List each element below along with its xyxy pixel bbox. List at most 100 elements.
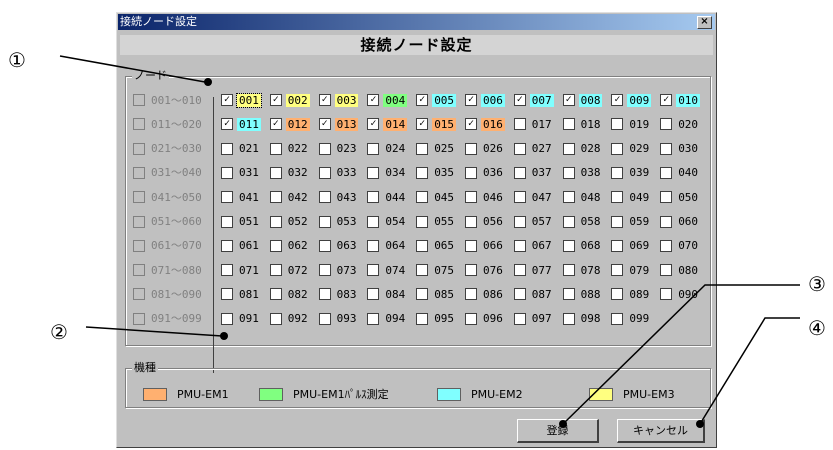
node-checkbox-018[interactable]: 018: [562, 116, 603, 132]
node-checkbox-008[interactable]: ✓ 008: [562, 92, 603, 108]
node-checkbox-083[interactable]: 083: [318, 286, 359, 302]
node-checkbox-045[interactable]: 045: [416, 189, 456, 205]
node-checkbox-057[interactable]: 057: [513, 214, 554, 230]
node-checkbox-053[interactable]: 053: [318, 214, 359, 230]
node-checkbox-022[interactable]: 022: [269, 141, 310, 157]
node-checkbox-001[interactable]: ✓ 001: [221, 92, 262, 108]
node-checkbox-016[interactable]: ✓ 016: [465, 116, 505, 132]
node-checkbox-094[interactable]: 094: [367, 311, 407, 327]
node-checkbox-011[interactable]: ✓ 011: [221, 116, 261, 132]
node-checkbox-098[interactable]: 098: [562, 311, 603, 327]
node-checkbox-068[interactable]: 068: [562, 238, 603, 254]
node-checkbox-003[interactable]: ✓ 003: [318, 92, 359, 108]
node-checkbox-065[interactable]: 065: [416, 238, 456, 254]
node-checkbox-019[interactable]: 019: [611, 116, 651, 132]
node-checkbox-010[interactable]: ✓ 010: [660, 92, 701, 108]
node-checkbox-051[interactable]: 051: [221, 214, 261, 230]
node-checkbox-032[interactable]: 032: [269, 165, 310, 181]
node-checkbox-044[interactable]: 044: [367, 189, 407, 205]
node-checkbox-002[interactable]: ✓ 002: [269, 92, 310, 108]
node-checkbox-014[interactable]: ✓ 014: [367, 116, 408, 132]
node-checkbox-031[interactable]: 031: [221, 165, 261, 181]
node-checkbox-012[interactable]: ✓ 012: [269, 116, 310, 132]
node-checkbox-063[interactable]: 063: [318, 238, 359, 254]
node-checkbox-036[interactable]: 036: [465, 165, 505, 181]
node-checkbox-062[interactable]: 062: [269, 238, 310, 254]
cancel-button[interactable]: キャンセル: [617, 419, 705, 443]
node-checkbox-048[interactable]: 048: [562, 189, 603, 205]
node-checkbox-091[interactable]: 091: [221, 311, 261, 327]
node-checkbox-024[interactable]: 024: [367, 141, 407, 157]
node-checkbox-086[interactable]: 086: [465, 286, 505, 302]
node-checkbox-078[interactable]: 078: [562, 262, 603, 278]
node-checkbox-081[interactable]: 081: [221, 286, 261, 302]
node-checkbox-013[interactable]: ✓ 013: [318, 116, 359, 132]
node-checkbox-052[interactable]: 052: [269, 214, 310, 230]
node-checkbox-049[interactable]: 049: [611, 189, 651, 205]
node-checkbox-056[interactable]: 056: [465, 214, 505, 230]
node-checkbox-050[interactable]: 050: [660, 189, 700, 205]
node-checkbox-093[interactable]: 093: [318, 311, 359, 327]
node-checkbox-040[interactable]: 040: [660, 165, 700, 181]
node-checkbox-055[interactable]: 055: [416, 214, 456, 230]
node-checkbox-099[interactable]: 099: [611, 311, 651, 327]
node-checkbox-066[interactable]: 066: [465, 238, 505, 254]
node-checkbox-033[interactable]: 033: [318, 165, 359, 181]
close-button[interactable]: ×: [697, 16, 712, 29]
node-checkbox-084[interactable]: 084: [367, 286, 407, 302]
node-checkbox-076[interactable]: 076: [465, 262, 505, 278]
node-checkbox-070[interactable]: 070: [660, 238, 700, 254]
node-checkbox-074[interactable]: 074: [367, 262, 407, 278]
node-checkbox-005[interactable]: ✓ 005: [416, 92, 457, 108]
node-checkbox-054[interactable]: 054: [367, 214, 407, 230]
node-checkbox-085[interactable]: 085: [416, 286, 456, 302]
node-checkbox-006[interactable]: ✓ 006: [465, 92, 505, 108]
node-checkbox-071[interactable]: 071: [221, 262, 261, 278]
node-checkbox-073[interactable]: 073: [318, 262, 359, 278]
node-checkbox-020[interactable]: 020: [660, 116, 700, 132]
node-checkbox-021[interactable]: 021: [221, 141, 261, 157]
node-checkbox-060[interactable]: 060: [660, 214, 700, 230]
node-checkbox-079[interactable]: 079: [611, 262, 651, 278]
node-checkbox-030[interactable]: 030: [660, 141, 700, 157]
node-checkbox-037[interactable]: 037: [513, 165, 554, 181]
node-checkbox-069[interactable]: 069: [611, 238, 651, 254]
node-checkbox-077[interactable]: 077: [513, 262, 554, 278]
node-checkbox-026[interactable]: 026: [465, 141, 505, 157]
node-checkbox-097[interactable]: 097: [513, 311, 554, 327]
register-button[interactable]: 登録: [517, 419, 599, 443]
node-checkbox-042[interactable]: 042: [269, 189, 310, 205]
node-checkbox-059[interactable]: 059: [611, 214, 651, 230]
node-checkbox-047[interactable]: 047: [513, 189, 554, 205]
node-checkbox-090[interactable]: 090: [660, 286, 700, 302]
node-checkbox-034[interactable]: 034: [367, 165, 407, 181]
node-checkbox-089[interactable]: 089: [611, 286, 651, 302]
node-checkbox-004[interactable]: ✓ 004: [367, 92, 408, 108]
node-checkbox-035[interactable]: 035: [416, 165, 456, 181]
node-checkbox-087[interactable]: 087: [513, 286, 554, 302]
node-checkbox-043[interactable]: 043: [318, 189, 359, 205]
node-checkbox-028[interactable]: 028: [562, 141, 603, 157]
node-checkbox-023[interactable]: 023: [318, 141, 359, 157]
node-checkbox-038[interactable]: 038: [562, 165, 603, 181]
node-checkbox-039[interactable]: 039: [611, 165, 651, 181]
node-checkbox-009[interactable]: ✓ 009: [611, 92, 652, 108]
node-checkbox-015[interactable]: ✓ 015: [416, 116, 457, 132]
node-checkbox-095[interactable]: 095: [416, 311, 456, 327]
node-checkbox-029[interactable]: 029: [611, 141, 651, 157]
node-checkbox-058[interactable]: 058: [562, 214, 603, 230]
node-checkbox-075[interactable]: 075: [416, 262, 456, 278]
node-checkbox-046[interactable]: 046: [465, 189, 505, 205]
node-checkbox-088[interactable]: 088: [562, 286, 603, 302]
node-checkbox-080[interactable]: 080: [660, 262, 700, 278]
node-checkbox-025[interactable]: 025: [416, 141, 456, 157]
node-checkbox-027[interactable]: 027: [513, 141, 554, 157]
node-checkbox-092[interactable]: 092: [269, 311, 310, 327]
node-checkbox-082[interactable]: 082: [269, 286, 310, 302]
node-checkbox-072[interactable]: 072: [269, 262, 310, 278]
node-checkbox-067[interactable]: 067: [513, 238, 554, 254]
node-checkbox-064[interactable]: 064: [367, 238, 407, 254]
node-checkbox-061[interactable]: 061: [221, 238, 261, 254]
node-checkbox-041[interactable]: 041: [221, 189, 261, 205]
node-checkbox-007[interactable]: ✓ 007: [513, 92, 554, 108]
